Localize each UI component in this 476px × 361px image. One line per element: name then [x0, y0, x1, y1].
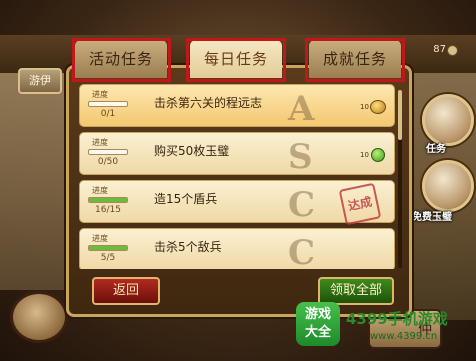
watermark-logo-line1: 游戏	[304, 307, 331, 322]
task-row[interactable]: 进度 16/15 造15个盾兵 C 达成	[79, 180, 395, 226]
game-screen: 游伊 87 任务 免费玉璧 仲 活动任务 每日任务 成就任务 进度 0/1 击杀…	[0, 0, 476, 361]
progress-fill	[89, 246, 127, 250]
task-name: 造15个盾兵	[154, 192, 218, 206]
progress-label: 进度	[92, 234, 108, 243]
task-mark: C	[288, 185, 316, 225]
task-row[interactable]: 进度 0/50 购买50枚玉璧 S 10	[79, 132, 395, 177]
task-mark: A	[288, 89, 315, 129]
progress-bar	[88, 197, 128, 203]
top-counter: 87	[433, 44, 446, 55]
gift-side-label: 免费玉璧	[412, 212, 452, 223]
completed-stamp: 达成	[338, 182, 382, 226]
task-side-label: 任务	[426, 144, 446, 155]
progress-label: 进度	[92, 138, 108, 147]
tab-highlight-frame-1	[72, 38, 171, 82]
watermark-title: 4399手机游戏	[346, 310, 448, 328]
reward-amount: 10	[360, 151, 369, 159]
counter-badge-icon	[447, 45, 458, 56]
progress-fill	[89, 198, 127, 202]
task-row[interactable]: 进度 5/5 击杀5个敌兵 C	[79, 228, 395, 269]
jade-icon	[371, 148, 385, 162]
progress-bar	[88, 149, 128, 155]
gift-side-icon[interactable]	[422, 160, 474, 212]
progress-value: 5/5	[100, 253, 116, 263]
progress-bar	[88, 101, 128, 107]
progress-label: 进度	[92, 186, 108, 195]
task-list: 进度 0/1 击杀第六关的程远志 A 10 进度 0/50 购买50枚玉璧 S …	[79, 84, 395, 269]
progress-value: 0/1	[100, 109, 116, 119]
task-mark: C	[288, 233, 316, 269]
scroll-thumb[interactable]	[398, 90, 402, 140]
map-background-left	[0, 60, 70, 290]
task-mark: S	[288, 137, 313, 177]
reward-amount: 10	[360, 103, 369, 111]
bottom-left-round-button[interactable]	[10, 291, 68, 343]
tab-highlight-frame-2	[186, 38, 286, 82]
progress-value: 0/50	[97, 157, 119, 167]
claim-all-button[interactable]: 领取全部	[318, 277, 394, 305]
watermark-url: www.4399.cn	[370, 331, 438, 342]
progress-value: 16/15	[95, 205, 121, 215]
watermark-logo: 游戏 大全	[296, 302, 340, 346]
back-button[interactable]: 返回	[92, 277, 160, 305]
watermark-logo-line2: 大全	[304, 325, 331, 340]
left-tab-button[interactable]: 游伊	[18, 68, 62, 94]
coin-icon	[370, 100, 386, 114]
task-name: 购买50枚玉璧	[154, 144, 230, 158]
task-name: 击杀5个敌兵	[154, 240, 222, 254]
progress-label: 进度	[92, 90, 108, 99]
tab-highlight-frame-3	[305, 38, 405, 82]
task-side-icon[interactable]	[422, 94, 474, 146]
progress-bar	[88, 245, 128, 251]
task-list-scrollbar[interactable]	[398, 90, 402, 268]
task-row[interactable]: 进度 0/1 击杀第六关的程远志 A 10	[79, 84, 395, 129]
task-name: 击杀第六关的程远志	[154, 96, 263, 110]
